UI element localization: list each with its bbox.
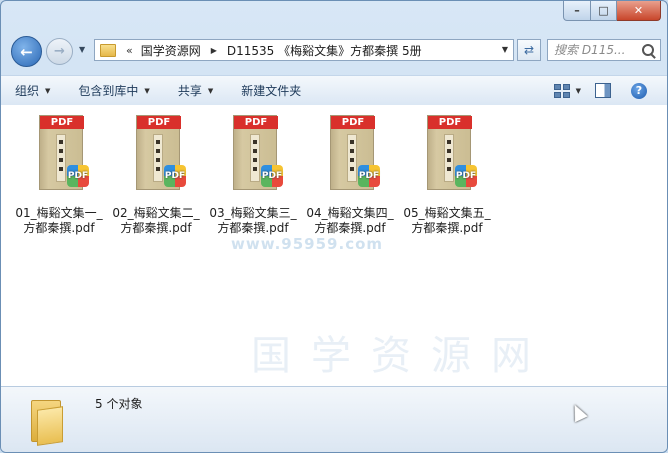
file-name: 04_梅谿文集四_ 方都秦撰.pdf [306, 206, 394, 235]
mouse-cursor-icon [568, 401, 588, 423]
close-button[interactable]: ✕ [617, 1, 661, 21]
file-name: 02_梅谿文集二_ 方都秦撰.pdf [112, 206, 200, 235]
pdf-label: PDF [137, 116, 181, 129]
address-dropdown-icon[interactable]: ▼ [502, 45, 508, 54]
refresh-icon: ⇄ [523, 43, 535, 57]
maximize-button[interactable]: □ [591, 1, 617, 21]
organize-menu[interactable]: 组织 ▼ [1, 80, 64, 102]
folder-icon [100, 43, 116, 57]
chevron-down-icon: ▼ [207, 86, 214, 95]
recent-pages-dropdown[interactable]: ▼ [79, 45, 85, 54]
breadcrumb-item[interactable]: 国学资源网 [141, 42, 201, 59]
file-item[interactable]: PDF PDF 04_梅谿文集四_ 方都秦撰.pdf [302, 115, 398, 236]
chevron-down-icon: ▼ [144, 86, 150, 95]
watermark-brand: 国学资源网 [251, 333, 551, 379]
file-item[interactable]: PDF PDF 03_梅谿文集三_ 方都秦撰.pdf [205, 115, 301, 236]
forward-button[interactable]: → [46, 38, 73, 65]
view-controls: ▼ ? [553, 76, 667, 105]
folder-icon [31, 394, 63, 446]
back-arrow-icon: ← [20, 42, 33, 61]
pdf-file-icon: PDF PDF [134, 115, 186, 190]
pdf-app-badge-icon: PDF [261, 165, 283, 187]
address-bar[interactable]: « 国学资源网 ▶ D11535 《梅谿文集》方都秦撰 5册 ▼ [94, 39, 514, 61]
file-name: 01_梅谿文集一_ 方都秦撰.pdf [15, 206, 103, 235]
share-menu[interactable]: 共享 ▼ [164, 80, 227, 102]
navigation-bar: ← → ▼ « 国学资源网 ▶ D11535 《梅谿文集》方都秦撰 5册 ▼ ⇄ [1, 34, 667, 68]
explorer-window: – □ ✕ ← → ▼ « 国学资源网 ▶ D11535 《梅谿文集》方都秦撰 … [0, 0, 668, 453]
pdf-app-badge-icon: PDF [164, 165, 186, 187]
search-icon[interactable] [642, 44, 654, 56]
file-name: 05_梅谿文集五_ 方都秦撰.pdf [403, 206, 491, 235]
change-view-icon[interactable] [553, 83, 570, 98]
forward-arrow-icon: → [54, 44, 65, 59]
breadcrumb-overflow[interactable]: « [126, 44, 133, 57]
pdf-file-icon: PDF PDF [328, 115, 380, 190]
minimize-button[interactable]: – [563, 1, 591, 21]
pdf-label: PDF [40, 116, 84, 129]
pdf-label: PDF [234, 116, 278, 129]
pdf-label: PDF [331, 116, 375, 129]
pdf-app-badge-icon: PDF [455, 165, 477, 187]
breadcrumb-separator-icon[interactable]: ▶ [211, 46, 217, 55]
pdf-app-badge-icon: PDF [67, 165, 89, 187]
pdf-file-icon: PDF PDF [37, 115, 89, 190]
help-icon[interactable]: ? [631, 82, 647, 99]
details-pane: 5 个对象 [1, 386, 667, 452]
file-name: 03_梅谿文集三_ 方都秦撰.pdf [209, 206, 297, 235]
search-box[interactable] [547, 39, 661, 61]
preview-pane-icon[interactable] [595, 83, 611, 98]
file-item[interactable]: PDF PDF 02_梅谿文集二_ 方都秦撰.pdf [108, 115, 204, 236]
include-in-library-menu[interactable]: 包含到库中 ▼ [64, 80, 163, 102]
pdf-file-icon: PDF PDF [231, 115, 283, 190]
pdf-app-badge-icon: PDF [358, 165, 380, 187]
chevron-down-icon: ▼ [45, 86, 51, 95]
new-folder-button[interactable]: 新建文件夹 [227, 80, 315, 102]
pdf-label: PDF [428, 116, 472, 129]
watermark-url: www.95959.com [231, 235, 384, 253]
pdf-file-icon: PDF PDF [425, 115, 477, 190]
window-controls: – □ ✕ [563, 1, 661, 21]
search-input[interactable] [554, 43, 640, 57]
breadcrumb-item[interactable]: D11535 《梅谿文集》方都秦撰 5册 [227, 42, 422, 59]
command-bar: 组织 ▼ 包含到库中 ▼ 共享 ▼ 新建文件夹 ▼ ? [1, 75, 667, 106]
back-button[interactable]: ← [11, 36, 42, 67]
file-item[interactable]: PDF PDF 05_梅谿文集五_ 方都秦撰.pdf [399, 115, 495, 236]
file-list[interactable]: www.95959.com 国学资源网 PDF PDF 01_梅谿文集一_ 方都秦撰.… [1, 105, 667, 386]
view-options-dropdown[interactable]: ▼ [576, 87, 581, 95]
file-item[interactable]: PDF PDF 01_梅谿文集一_ 方都秦撰.pdf [11, 115, 107, 236]
refresh-button[interactable]: ⇄ [517, 39, 541, 61]
item-count: 5 个对象 [95, 397, 143, 411]
